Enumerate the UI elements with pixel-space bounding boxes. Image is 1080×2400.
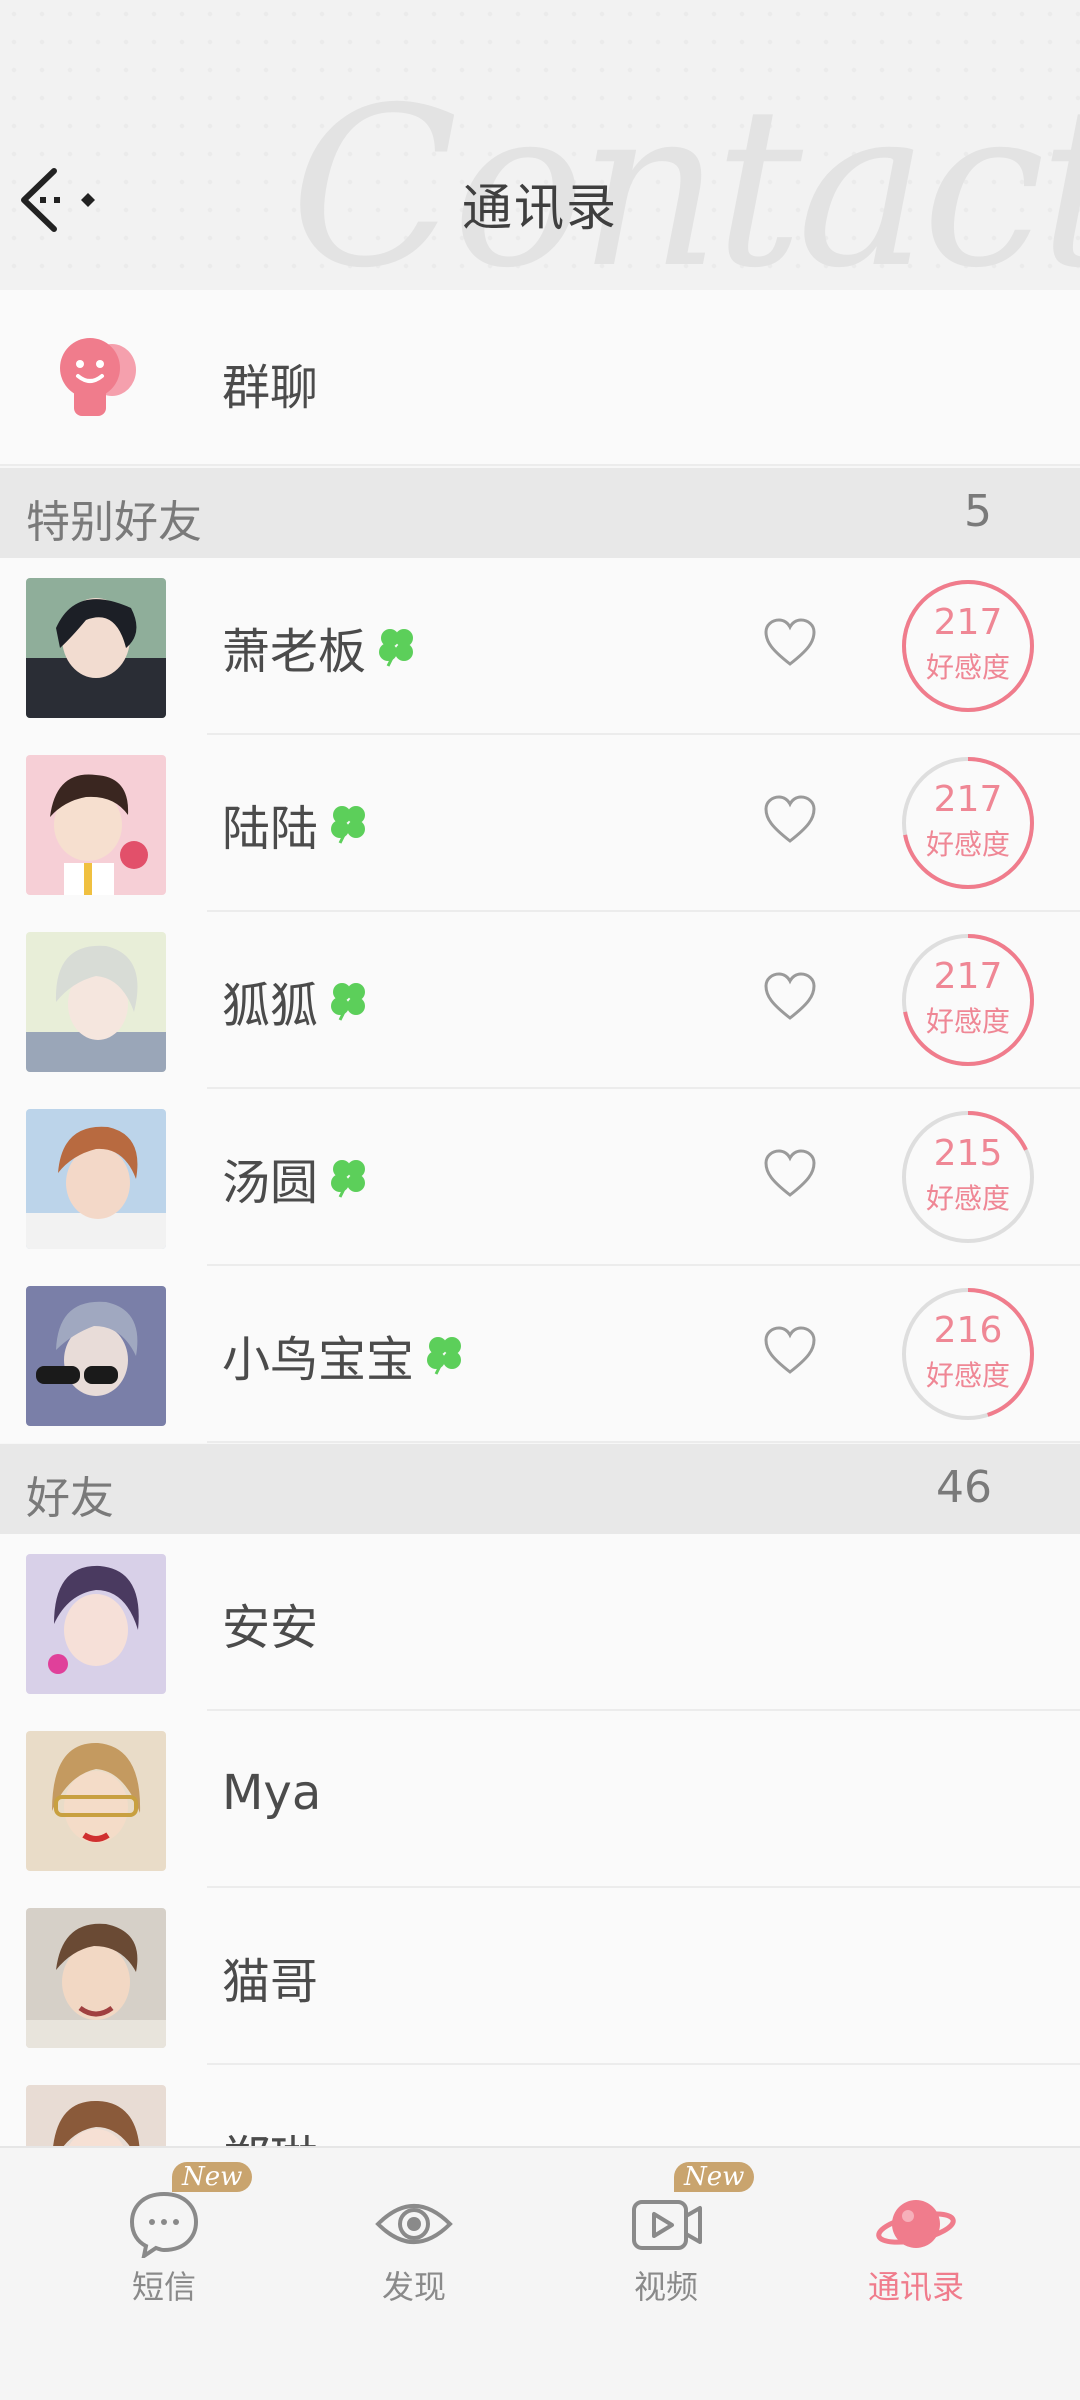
contact-name: 狐狐 (222, 966, 372, 1036)
contact-row[interactable]: 小鸟宝宝 216 好感度 (0, 1266, 1080, 1443)
nav-messages[interactable]: New 短信 (84, 2162, 253, 2328)
affinity-badge: 217 好感度 (900, 932, 1036, 1068)
contact-name: 萧老板 (222, 612, 420, 682)
contact-name-text: 汤圆 (222, 1155, 319, 1211)
row-divider (207, 1441, 1080, 1443)
video-icon: New (626, 2162, 755, 2258)
clover-icon (331, 983, 366, 1021)
affinity-value: 215 (933, 1133, 1003, 1174)
contact-row[interactable]: 狐狐 217 好感度 (0, 912, 1080, 1089)
avatar (26, 1554, 166, 1694)
page-title: 通讯录 (462, 179, 618, 237)
new-badge: New (674, 2162, 755, 2192)
affinity-label: 好感度 (925, 828, 1010, 861)
heart-icon[interactable] (762, 1324, 818, 1376)
friends-header: 好友 46 (0, 1444, 1080, 1534)
contact-row[interactable]: 汤圆 215 好感度 (0, 1089, 1080, 1266)
chat-bubble-icon: New (124, 2162, 253, 2261)
section-count: 5 (964, 486, 992, 537)
heart-icon[interactable] (762, 793, 818, 845)
contact-row[interactable]: 郑琳 (0, 2065, 1080, 2146)
clover-icon (331, 1160, 366, 1198)
contact-name: 陆陆 (222, 789, 372, 859)
section-title: 好友 (26, 1473, 114, 1524)
avatar (26, 578, 166, 718)
contact-name-text: 安安 (222, 1600, 319, 1656)
avatar (26, 1286, 166, 1426)
nav-label: 发现 (381, 2268, 446, 2306)
contact-name: 郑琳 (222, 2119, 318, 2146)
section-count: 46 (936, 1462, 992, 1513)
contact-name: 小鸟宝宝 (222, 1320, 468, 1390)
bottom-navigation: New 短信 发现 New 视频 通讯录 (0, 2146, 1080, 2400)
clover-icon (379, 629, 414, 667)
avatar (26, 755, 166, 895)
contact-row[interactable]: 萧老板 217 好感度 (0, 558, 1080, 735)
nav-discover[interactable]: 发现 (334, 2188, 494, 2328)
contact-row[interactable]: 陆陆 217 好感度 (0, 735, 1080, 912)
avatar (26, 1109, 166, 1249)
clover-icon (331, 806, 366, 844)
group-chat-label: 群聊 (222, 360, 319, 416)
nav-label: 视频 (633, 2268, 698, 2306)
avatar (26, 2085, 166, 2146)
contact-name-text: 小鸟宝宝 (222, 1332, 415, 1388)
contact-name-text: 狐狐 (222, 978, 319, 1034)
affinity-value: 217 (933, 956, 1003, 997)
nav-video[interactable]: New 视频 (586, 2162, 755, 2328)
contact-row[interactable]: 猫哥 (0, 1888, 1080, 2065)
avatar (26, 932, 166, 1072)
heart-icon[interactable] (762, 616, 818, 668)
affinity-badge: 215 好感度 (900, 1109, 1036, 1245)
contact-name-text: Mya (222, 1765, 322, 1821)
avatar (26, 1908, 166, 2048)
affinity-badge: 217 好感度 (900, 755, 1036, 891)
header: Contacts 通讯录 (0, 0, 1080, 290)
section-title: 特别好友 (26, 497, 202, 548)
special-friends-list: 萧老板 217 好感度 陆陆 217 好感度 狐狐 217 好感度 汤圆 215… (0, 558, 1080, 1443)
contact-name-text: 萧老板 (222, 624, 367, 680)
group-chat-row[interactable]: 群聊 (0, 290, 1080, 466)
nav-label: 短信 (131, 2268, 196, 2306)
affinity-label: 好感度 (925, 1005, 1010, 1038)
affinity-badge: 216 好感度 (900, 1286, 1036, 1422)
contact-name: Mya (222, 1765, 321, 1821)
group-chat-icon (52, 332, 142, 422)
nav-label: 通讯录 (867, 2268, 964, 2306)
special-friends-header: 特别好友 5 (0, 468, 1080, 558)
contact-name-text: 郑琳 (222, 2119, 318, 2146)
contact-name-text: 猫哥 (222, 1954, 319, 2010)
friends-list: 安安 Mya 猫哥 (0, 1534, 1080, 2146)
affinity-label: 好感度 (925, 1359, 1010, 1392)
contact-name: 安安 (222, 1588, 318, 1658)
affinity-label: 好感度 (925, 651, 1010, 684)
contact-name-text: 陆陆 (222, 801, 319, 857)
heart-icon[interactable] (762, 1147, 818, 1199)
contact-name: 汤圆 (222, 1143, 372, 1213)
contact-name: 猫哥 (222, 1942, 318, 2012)
nav-contacts[interactable]: 通讯录 (836, 2188, 996, 2328)
affinity-value: 216 (933, 1310, 1003, 1351)
avatar (26, 1731, 166, 1871)
planet-icon (876, 2188, 956, 2258)
affinity-label: 好感度 (925, 1182, 1010, 1215)
contact-row[interactable]: 安安 (0, 1534, 1080, 1711)
heart-icon[interactable] (762, 970, 818, 1022)
clover-icon (427, 1337, 462, 1375)
affinity-value: 217 (933, 602, 1003, 643)
eye-icon (374, 2188, 454, 2258)
affinity-badge: 217 好感度 (900, 578, 1036, 714)
new-badge: New (172, 2162, 253, 2192)
contact-row[interactable]: Mya (0, 1711, 1080, 1888)
affinity-value: 217 (933, 779, 1003, 820)
